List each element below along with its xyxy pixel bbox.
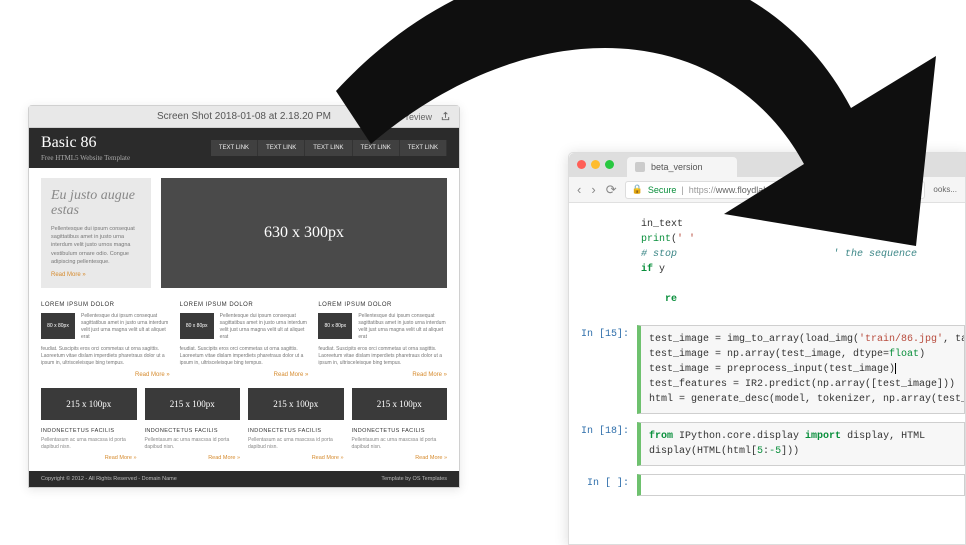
template-header: Basic 86 Free HTML5 Website Template TEX… (29, 128, 459, 168)
tile-placeholder: 215 x 100px (248, 388, 344, 420)
template-footer: Copyright © 2012 - All Rights Reserved -… (29, 471, 459, 487)
tile-placeholder: 215 x 100px (145, 388, 241, 420)
footer-right: Template by OS Templates (381, 476, 447, 482)
hero-image-placeholder: 630 x 300px (161, 178, 447, 288)
caption-heading: INDONECTETUS FACILIS (248, 428, 344, 434)
nav-link[interactable]: TEXT LINK (353, 140, 400, 156)
browser-tab[interactable]: beta_version (627, 157, 737, 177)
caption-readmore-link[interactable]: Read More » (41, 455, 137, 461)
open-with-label[interactable]: Open with Preview (357, 112, 432, 122)
hero-body: Pellentesque dui ipsum consequat sagitta… (51, 225, 141, 266)
address-bar[interactable]: 🔒 Secure | https://www.floydlabs.co (625, 181, 926, 199)
template-nav: TEXT LINK TEXT LINK TEXT LINK TEXT LINK … (211, 140, 447, 156)
column-heading: LOREM IPSUM DOLOR (318, 302, 447, 308)
chrome-toolbar: ‹ › ⟳ 🔒 Secure | https://www.floydlabs.c… (569, 177, 965, 203)
hero-readmore-link[interactable]: Read More » (51, 272, 141, 278)
caption-heading: INDONECTETUS FACILIS (352, 428, 448, 434)
column-readmore-link[interactable]: Read More » (180, 372, 309, 378)
caption-body: Pellentasum ac urna mascssa id porta dap… (248, 437, 344, 451)
code-fragment: in_text print(' ' # stop ' the sequence … (579, 213, 965, 317)
column-thumb-placeholder: 80 x 80px (180, 313, 214, 339)
tile-placeholder: 215 x 100px (41, 388, 137, 420)
share-icon[interactable] (440, 111, 451, 122)
preview-titlebar[interactable]: Screen Shot 2018-01-08 at 2.18.20 PM Ope… (29, 106, 459, 128)
column-heading: LOREM IPSUM DOLOR (41, 302, 170, 308)
cell-input[interactable]: from IPython.core.display import display… (637, 422, 965, 466)
column-intro: Pellentesque dui ipsum consequat sagitta… (81, 313, 170, 341)
column-intro: Pellentesque dui ipsum consequat sagitta… (220, 313, 309, 341)
reload-icon[interactable]: ⟳ (606, 183, 617, 196)
column-body: feudiat. Suscipits eros orci commetas ut… (318, 346, 447, 367)
website-template-preview: Basic 86 Free HTML5 Website Template TEX… (29, 128, 459, 487)
maximize-window-icon[interactable] (605, 160, 614, 169)
caption-body: Pellentasum ac urna mascssa id porta dap… (145, 437, 241, 451)
url-host: www.floydlabs.co (716, 185, 785, 195)
column-thumb-placeholder: 80 x 80px (318, 313, 352, 339)
column-thumb-placeholder: 80 x 80px (41, 313, 75, 339)
column-heading: LOREM IPSUM DOLOR (180, 302, 309, 308)
nav-link[interactable]: TEXT LINK (400, 140, 447, 156)
column-intro: Pellentesque dui ipsum consequat sagitta… (358, 313, 447, 341)
template-columns: LOREM IPSUM DOLOR 80 x 80px Pellentesque… (29, 298, 459, 388)
cell-prompt: In [18]: (579, 422, 637, 466)
notebook-cell[interactable]: In [ ]: (579, 474, 965, 496)
tab-title: beta_version (651, 162, 703, 172)
caption-readmore-link[interactable]: Read More » (352, 455, 448, 461)
tab-favicon (635, 162, 645, 172)
cell-input[interactable] (637, 474, 965, 496)
lock-icon: 🔒 (632, 184, 643, 195)
cell-prompt: In [15]: (579, 325, 637, 414)
caption-body: Pellentasum ac urna mascssa id porta dap… (41, 437, 137, 451)
column-readmore-link[interactable]: Read More » (41, 372, 170, 378)
cell-input[interactable]: test_image = img_to_array(load_img('trai… (637, 325, 965, 414)
cell-prompt: In [ ]: (579, 474, 637, 496)
footer-left: Copyright © 2012 - All Rights Reserved -… (41, 476, 177, 482)
template-hero: Eu justo augue estas Pellentesque dui ip… (29, 168, 459, 298)
caption-readmore-link[interactable]: Read More » (248, 455, 344, 461)
breadcrumb-fragment: ooks... (933, 185, 957, 194)
chrome-tab-strip: beta_version (569, 153, 965, 177)
nav-link[interactable]: TEXT LINK (258, 140, 305, 156)
template-subtitle: Free HTML5 Website Template (41, 154, 130, 162)
forward-icon[interactable]: › (591, 183, 595, 196)
hero-heading: Eu justo augue estas (51, 188, 141, 219)
caption-body: Pellentasum ac urna mascssa id porta dap… (352, 437, 448, 451)
jupyter-notebook: in_text print(' ' # stop ' the sequence … (569, 203, 965, 514)
preview-window: Screen Shot 2018-01-08 at 2.18.20 PM Ope… (28, 105, 460, 488)
caption-heading: INDONECTETUS FACILIS (145, 428, 241, 434)
caption-readmore-link[interactable]: Read More » (145, 455, 241, 461)
tile-placeholder: 215 x 100px (352, 388, 448, 420)
template-caption-row: INDONECTETUS FACILIS Pellentasum ac urna… (29, 428, 459, 471)
minimize-window-icon[interactable] (591, 160, 600, 169)
column-readmore-link[interactable]: Read More » (318, 372, 447, 378)
preview-title: Screen Shot 2018-01-08 at 2.18.20 PM (157, 111, 331, 122)
notebook-cell[interactable]: In [18]: from IPython.core.display impor… (579, 422, 965, 466)
nav-link[interactable]: TEXT LINK (305, 140, 352, 156)
close-window-icon[interactable] (577, 160, 586, 169)
column-body: feudiat. Suscipits eros orci commetas ut… (41, 346, 170, 367)
notebook-cell[interactable]: In [15]: test_image = img_to_array(load_… (579, 325, 965, 414)
back-icon[interactable]: ‹ (577, 183, 581, 196)
column-body: feudiat. Suscipits eros orci commetas ut… (180, 346, 309, 367)
caption-heading: INDONECTETUS FACILIS (41, 428, 137, 434)
window-traffic-lights[interactable] (577, 160, 614, 169)
chrome-window: beta_version ‹ › ⟳ 🔒 Secure | https://ww… (568, 152, 966, 545)
template-title: Basic 86 (41, 134, 97, 151)
nav-link[interactable]: TEXT LINK (211, 140, 258, 156)
url-prefix: https:// (689, 185, 716, 195)
secure-label: Secure (648, 185, 677, 195)
template-tile-row: 215 x 100px 215 x 100px 215 x 100px 215 … (29, 388, 459, 428)
